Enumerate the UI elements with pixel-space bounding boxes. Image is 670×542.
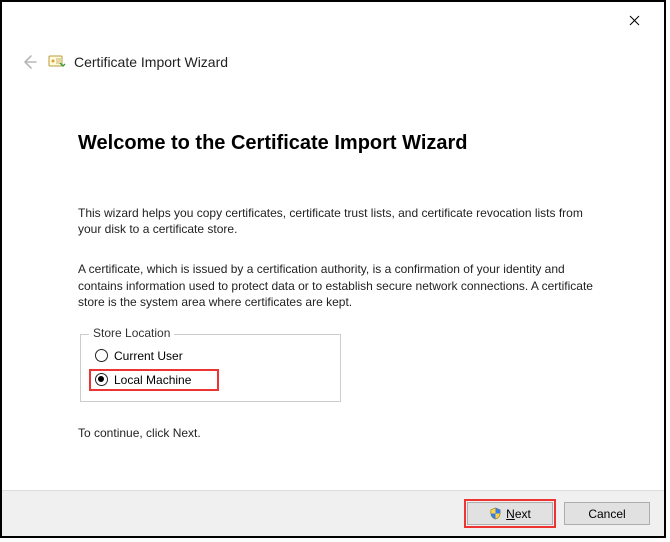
continue-hint: To continue, click Next. [78,426,598,440]
wizard-content: Welcome to the Certificate Import Wizard… [78,132,598,440]
radio-local-machine[interactable]: Local Machine [89,369,219,391]
radio-icon [95,373,108,386]
wizard-window: Certificate Import Wizard Welcome to the… [0,0,666,538]
back-button[interactable] [18,51,40,73]
next-button-highlight: Next [464,499,556,528]
radio-label: Local Machine [114,373,191,387]
intro-paragraph-1: This wizard helps you copy certificates,… [78,205,598,237]
next-button-label: Next [506,507,531,521]
radio-current-user[interactable]: Current User [95,345,330,367]
intro-paragraph-2: A certificate, which is issued by a cert… [78,261,598,310]
store-location-legend: Store Location [89,326,174,340]
wizard-footer: Next Cancel [2,490,664,536]
certificate-icon [48,53,66,71]
close-button[interactable] [614,8,654,32]
cancel-button-label: Cancel [588,507,625,521]
wizard-title: Certificate Import Wizard [74,54,228,70]
store-location-group: Store Location Current User Local Machin… [80,334,341,402]
back-arrow-icon [20,53,38,71]
wizard-header: Certificate Import Wizard [18,48,648,76]
page-heading: Welcome to the Certificate Import Wizard [78,132,598,155]
next-button[interactable]: Next [467,502,553,525]
uac-shield-icon [489,507,502,520]
cancel-button[interactable]: Cancel [564,502,650,525]
radio-label: Current User [114,349,183,363]
close-icon [629,15,640,26]
radio-icon [95,349,108,362]
